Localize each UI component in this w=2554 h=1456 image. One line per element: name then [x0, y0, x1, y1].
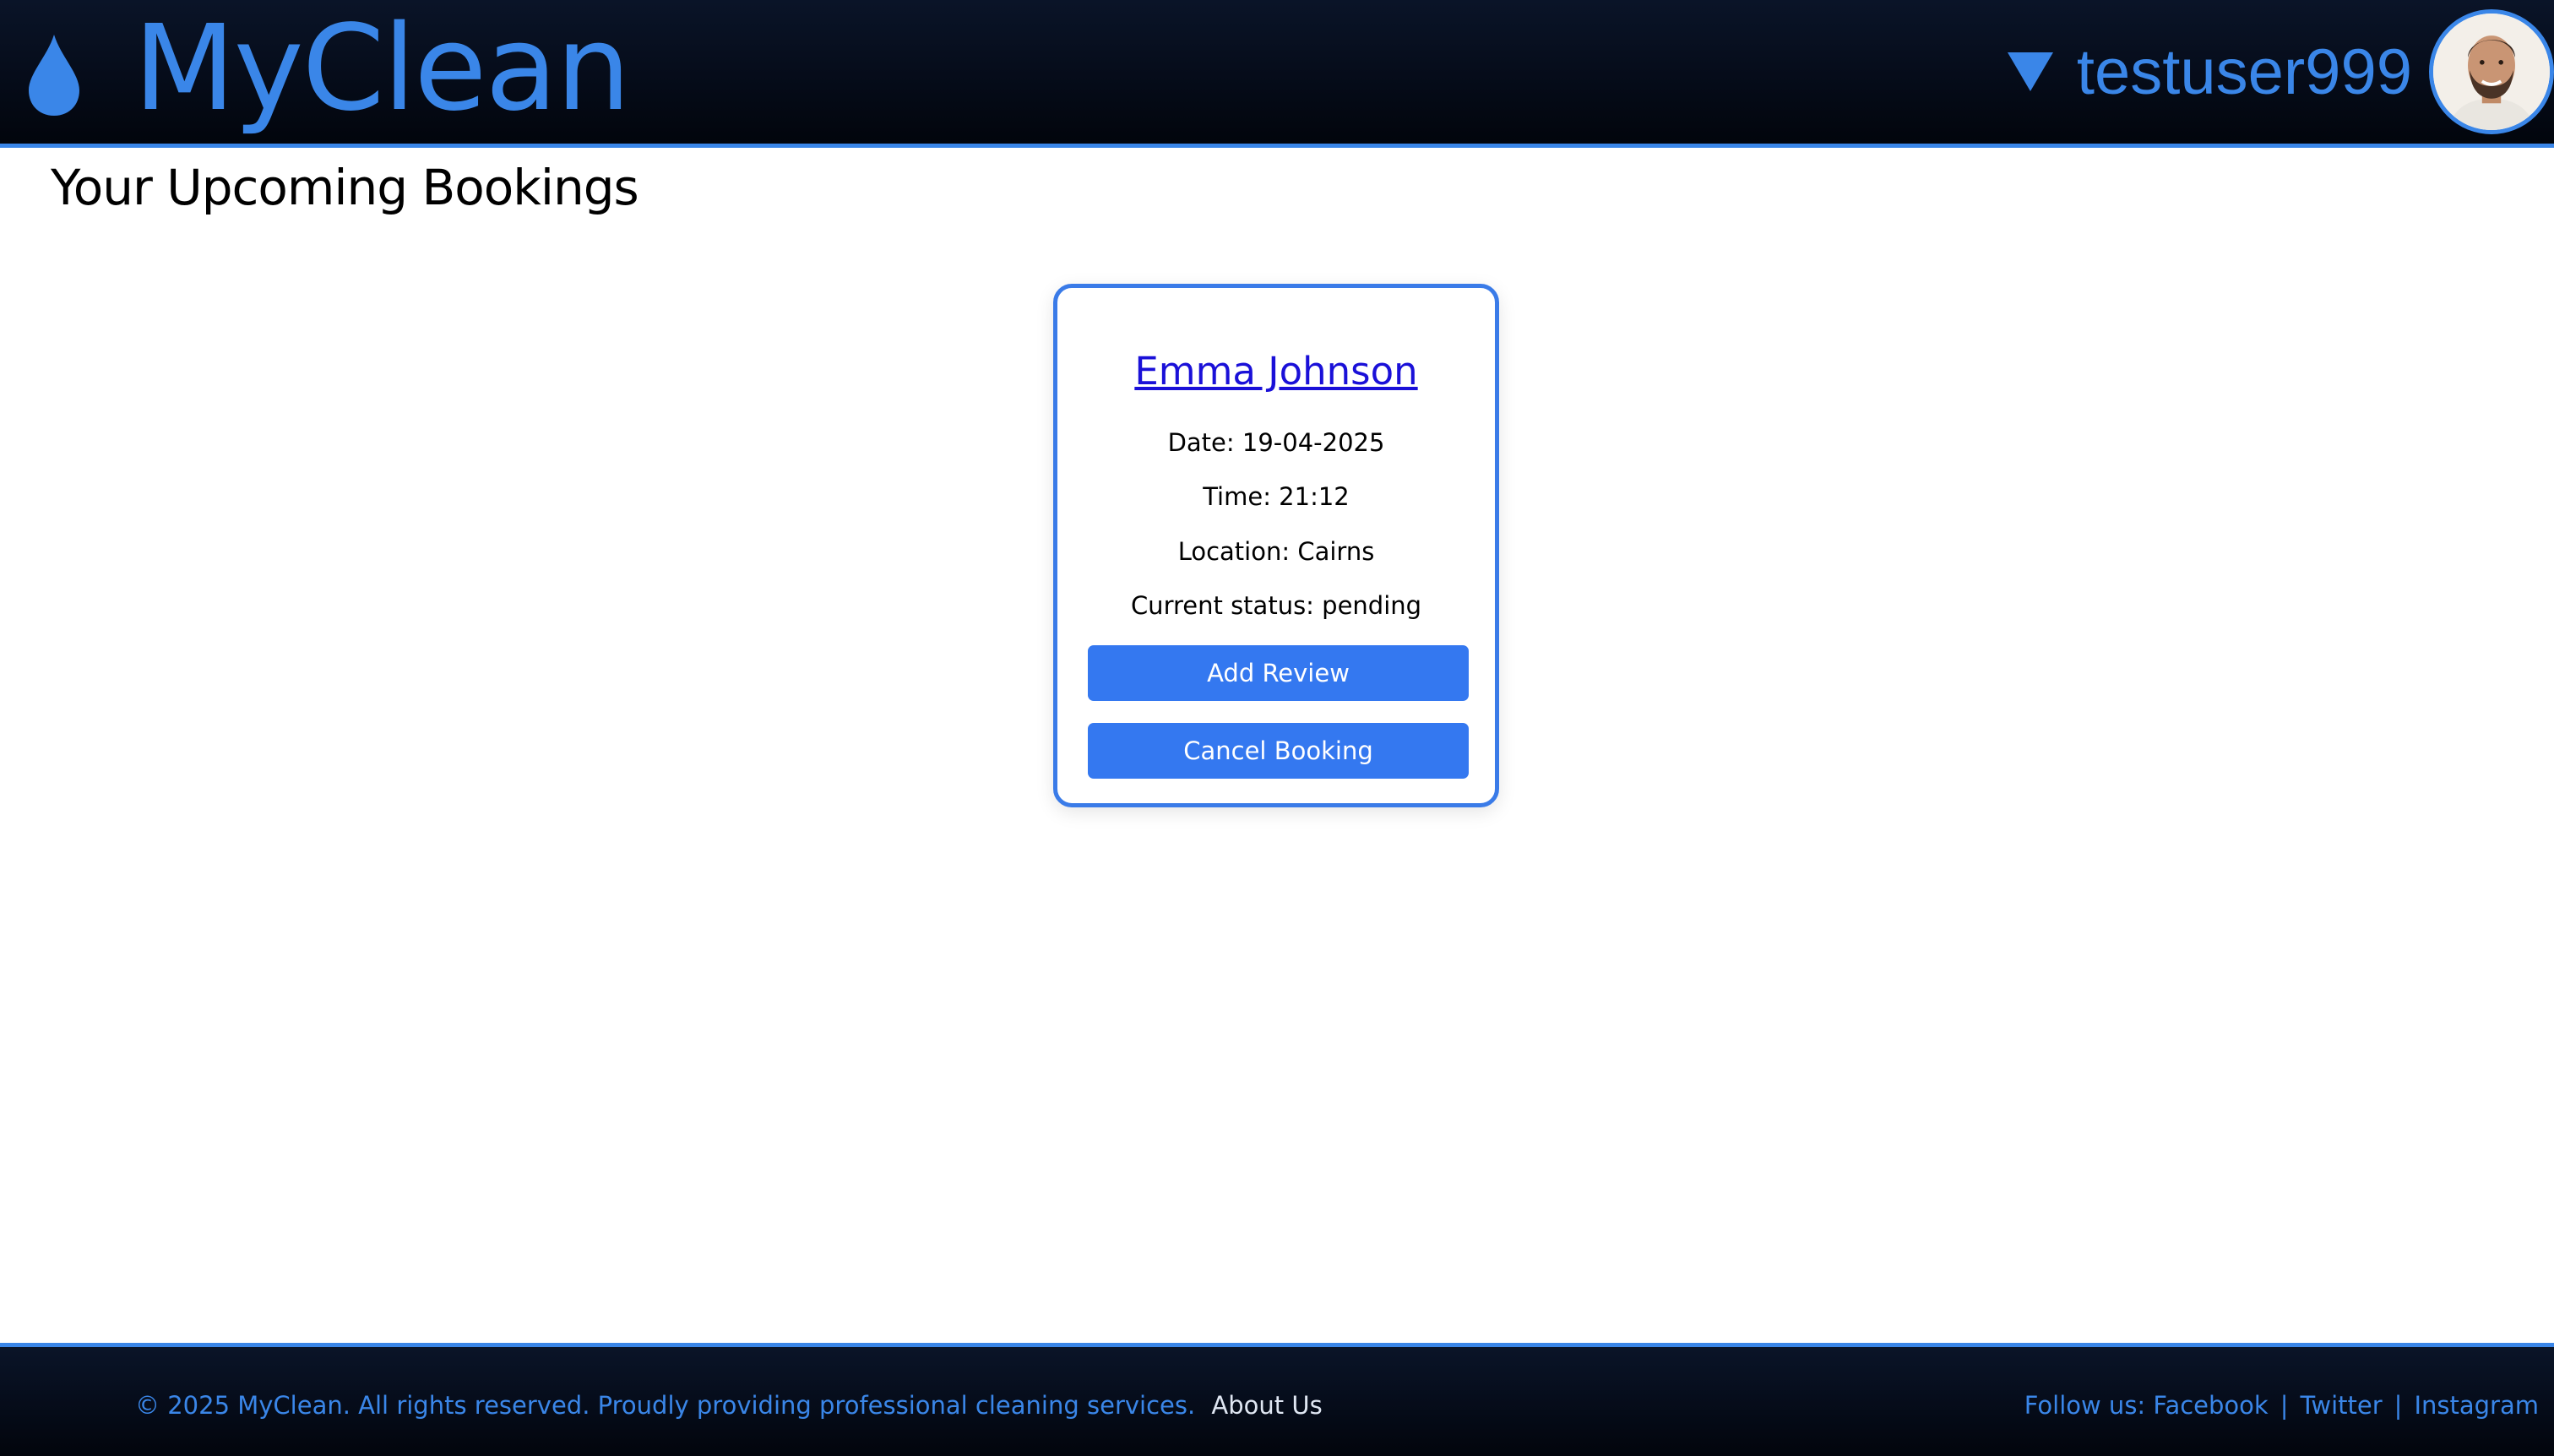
booking-time: Time: 21:12 [1203, 482, 1350, 511]
twitter-link[interactable]: Twitter [2300, 1391, 2382, 1420]
facebook-link[interactable]: Facebook [2153, 1391, 2268, 1420]
social-links: Follow us: Facebook | Twitter | Instagram [2024, 1391, 2539, 1420]
username-label[interactable]: testuser999 [2077, 35, 2412, 109]
booking-date: Date: 19-04-2025 [1167, 428, 1385, 457]
avatar[interactable] [2429, 9, 2554, 134]
instagram-link[interactable]: Instagram [2414, 1391, 2539, 1420]
separator: | [2280, 1391, 2289, 1420]
footer: © 2025 MyClean. All rights reserved. Pro… [0, 1343, 2554, 1456]
brand-logo[interactable]: MyClean [25, 0, 631, 144]
cancel-booking-button[interactable]: Cancel Booking [1088, 723, 1469, 779]
booking-card: Emma Johnson Date: 19-04-2025 Time: 21:1… [1053, 284, 1499, 807]
top-navbar: MyClean testuser999 [0, 0, 2554, 148]
footer-left: © 2025 MyClean. All rights reserved. Pro… [135, 1391, 1323, 1420]
page-title: Your Upcoming Bookings [51, 159, 639, 216]
user-menu[interactable]: testuser999 [2006, 0, 2554, 144]
brand-name: MyClean [133, 0, 631, 138]
follow-label: Follow us: [2024, 1391, 2146, 1420]
caret-down-icon[interactable] [2006, 51, 2055, 93]
booking-location: Location: Cairns [1177, 537, 1375, 566]
about-us-link[interactable]: About Us [1211, 1391, 1322, 1420]
cleaner-name-link[interactable]: Emma Johnson [1057, 349, 1495, 394]
add-review-button[interactable]: Add Review [1088, 645, 1469, 701]
separator: | [2394, 1391, 2403, 1420]
booking-status: Current status: pending [1130, 591, 1422, 620]
avatar-image [2433, 14, 2550, 130]
water-drop-icon [29, 35, 79, 116]
copyright-text: © 2025 MyClean. All rights reserved. Pro… [135, 1391, 1196, 1420]
